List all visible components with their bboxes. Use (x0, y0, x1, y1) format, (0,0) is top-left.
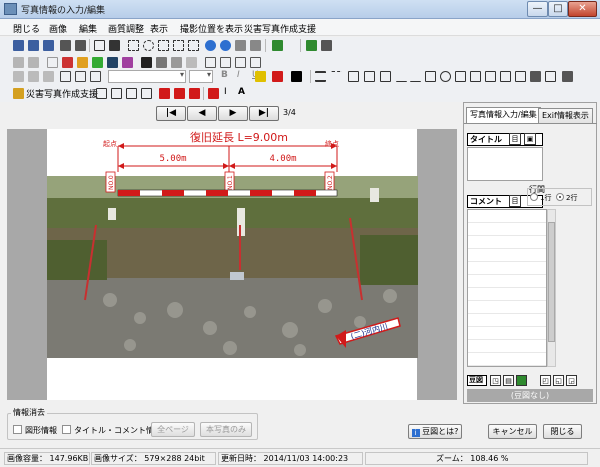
zumen-help-button[interactable]: i 豆図とは? (408, 424, 462, 439)
tab-photo-info[interactable]: 写真情報入力/編集 (466, 107, 541, 123)
cancel-button[interactable]: キャンセル (488, 424, 537, 439)
shape-info-checkbox[interactable] (13, 425, 22, 434)
close-button[interactable]: 閉じる (543, 424, 582, 439)
title-input[interactable] (467, 147, 543, 181)
title-edit-icon[interactable]: ▣ (524, 133, 536, 145)
zumen-icon-d[interactable]: ◰ (540, 375, 551, 386)
title-comment-label: タイトル・コメント情報 (74, 426, 162, 435)
status-bar: 画像容量： 147.96KB 画像サイズ： 579×288 24bit 更新日時… (0, 448, 600, 467)
zumen-preview: (豆図なし) (467, 389, 593, 402)
zumen-icon-a[interactable]: ◳ (490, 375, 501, 386)
status-zoom: ズーム： 108.46 % (365, 452, 588, 465)
spacing-1-label: 1行 (540, 194, 552, 202)
tab-exif[interactable]: Exif情報表示 (538, 108, 593, 123)
clear-all-pages-button[interactable]: 全ページ (151, 422, 195, 437)
spacing-2-radio[interactable] (556, 193, 564, 201)
no2-label: NO.2 (327, 175, 334, 190)
zumen-section-header: 豆図 (467, 375, 487, 386)
info-icon: i (411, 429, 420, 437)
shape-info-label: 図形情報 (25, 426, 57, 435)
zumen-icon-f[interactable]: ◲ (566, 375, 577, 386)
status-image-size: 画像サイズ： 579×288 24bit (91, 452, 216, 465)
clear-info-label: 情報消去 (11, 407, 47, 418)
dimension-2: 4.00m (269, 154, 296, 164)
zumen-help-label: 豆図とは? (422, 427, 459, 436)
zumen-icon-b[interactable]: ▤ (503, 375, 514, 386)
comment-input[interactable] (467, 209, 547, 367)
survey-staff (117, 189, 338, 197)
spacing-1-radio[interactable] (530, 193, 538, 201)
zumen-icon-e[interactable]: ◱ (553, 375, 564, 386)
status-file-size: 画像容量： 147.96KB (4, 452, 90, 465)
zumen-icon-c[interactable] (516, 375, 527, 386)
dimension-1: 5.00m (159, 154, 186, 164)
title-comment-checkbox[interactable] (62, 425, 71, 434)
comment-dict-icon[interactable]: 目 (509, 195, 521, 207)
comment-scroll-thumb[interactable] (548, 222, 555, 342)
clear-this-photo-button[interactable]: 本写真のみ (200, 422, 252, 437)
spacing-2-label: 2行 (566, 194, 578, 202)
title-dict-icon[interactable]: 目 (509, 133, 521, 145)
start-label: 起点 (103, 140, 117, 148)
photo-title: 復旧延長 L=9.00m (190, 131, 288, 144)
no0-label: NO.0 (108, 175, 115, 190)
no1-label: NO.1 (227, 175, 234, 190)
status-updated: 更新日時： 2014/11/03 14:00:23 (218, 452, 363, 465)
